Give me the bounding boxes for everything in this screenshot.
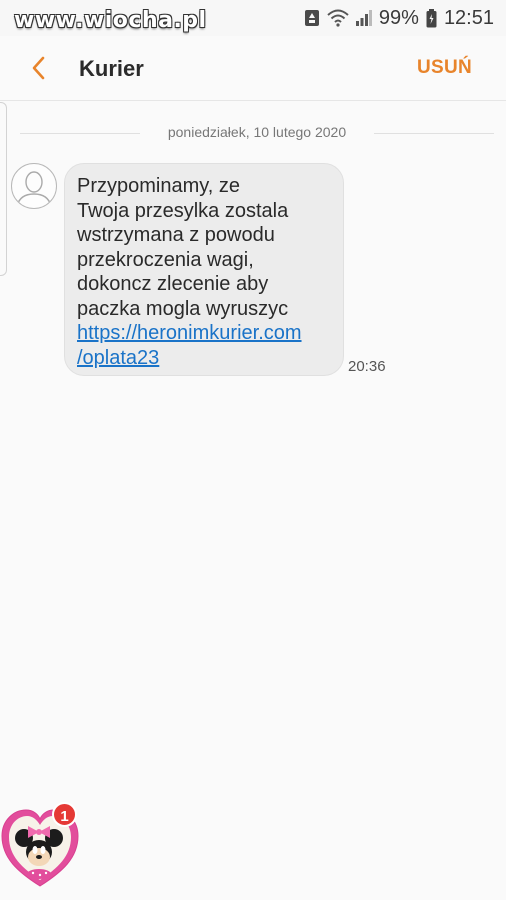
status-bar: www.wiocha.pl 99% 12:51	[0, 0, 506, 36]
battery-icon	[426, 8, 437, 28]
recycle-notification-icon	[304, 9, 320, 27]
message-timestamp: 20:36	[348, 358, 386, 375]
message-line: Twoja przesylka zostala	[77, 199, 289, 222]
contact-avatar[interactable]	[11, 163, 57, 209]
back-button[interactable]	[24, 52, 56, 84]
contact-avatar-icon	[16, 171, 52, 207]
message-line: przekroczenia wagi,	[77, 248, 254, 271]
wifi-icon	[327, 9, 349, 27]
separator-line-right	[374, 133, 494, 134]
edge-panel-handle[interactable]	[0, 102, 7, 276]
watermark: www.wiocha.pl	[14, 8, 207, 33]
status-clock: 12:51	[443, 6, 494, 29]
conversation-header: Kurier USUŃ	[0, 36, 506, 101]
floating-chat-head[interactable]: 1	[0, 802, 80, 890]
message-link-continued[interactable]: /oplata23	[77, 346, 341, 371]
message-line: paczka mogla wyruszyc	[77, 297, 289, 320]
message-line: dokoncz zlecenie aby	[77, 273, 269, 295]
message-text: Przypominamy, ze Twoja przesylka zostala…	[77, 174, 341, 370]
status-icons: 99% 12:51	[304, 6, 494, 30]
message-link[interactable]: https://heronimkurier.com	[77, 321, 341, 346]
date-separator: poniedziałek, 10 lutego 2020	[20, 124, 494, 144]
unread-badge: 1	[52, 802, 77, 827]
back-chevron-icon	[32, 56, 45, 80]
date-separator-text: poniedziałek, 10 lutego 2020	[167, 124, 347, 140]
message-line: Przypominamy, ze	[77, 175, 241, 197]
delete-button[interactable]: USUŃ	[417, 57, 472, 79]
contact-title: Kurier	[79, 56, 144, 81]
battery-percent: 99%	[378, 6, 419, 29]
signal-icon	[355, 9, 372, 27]
message-bubble[interactable]: Przypominamy, ze Twoja przesylka zostala…	[64, 163, 344, 376]
message-line: wstrzymana z powodu	[77, 224, 275, 246]
